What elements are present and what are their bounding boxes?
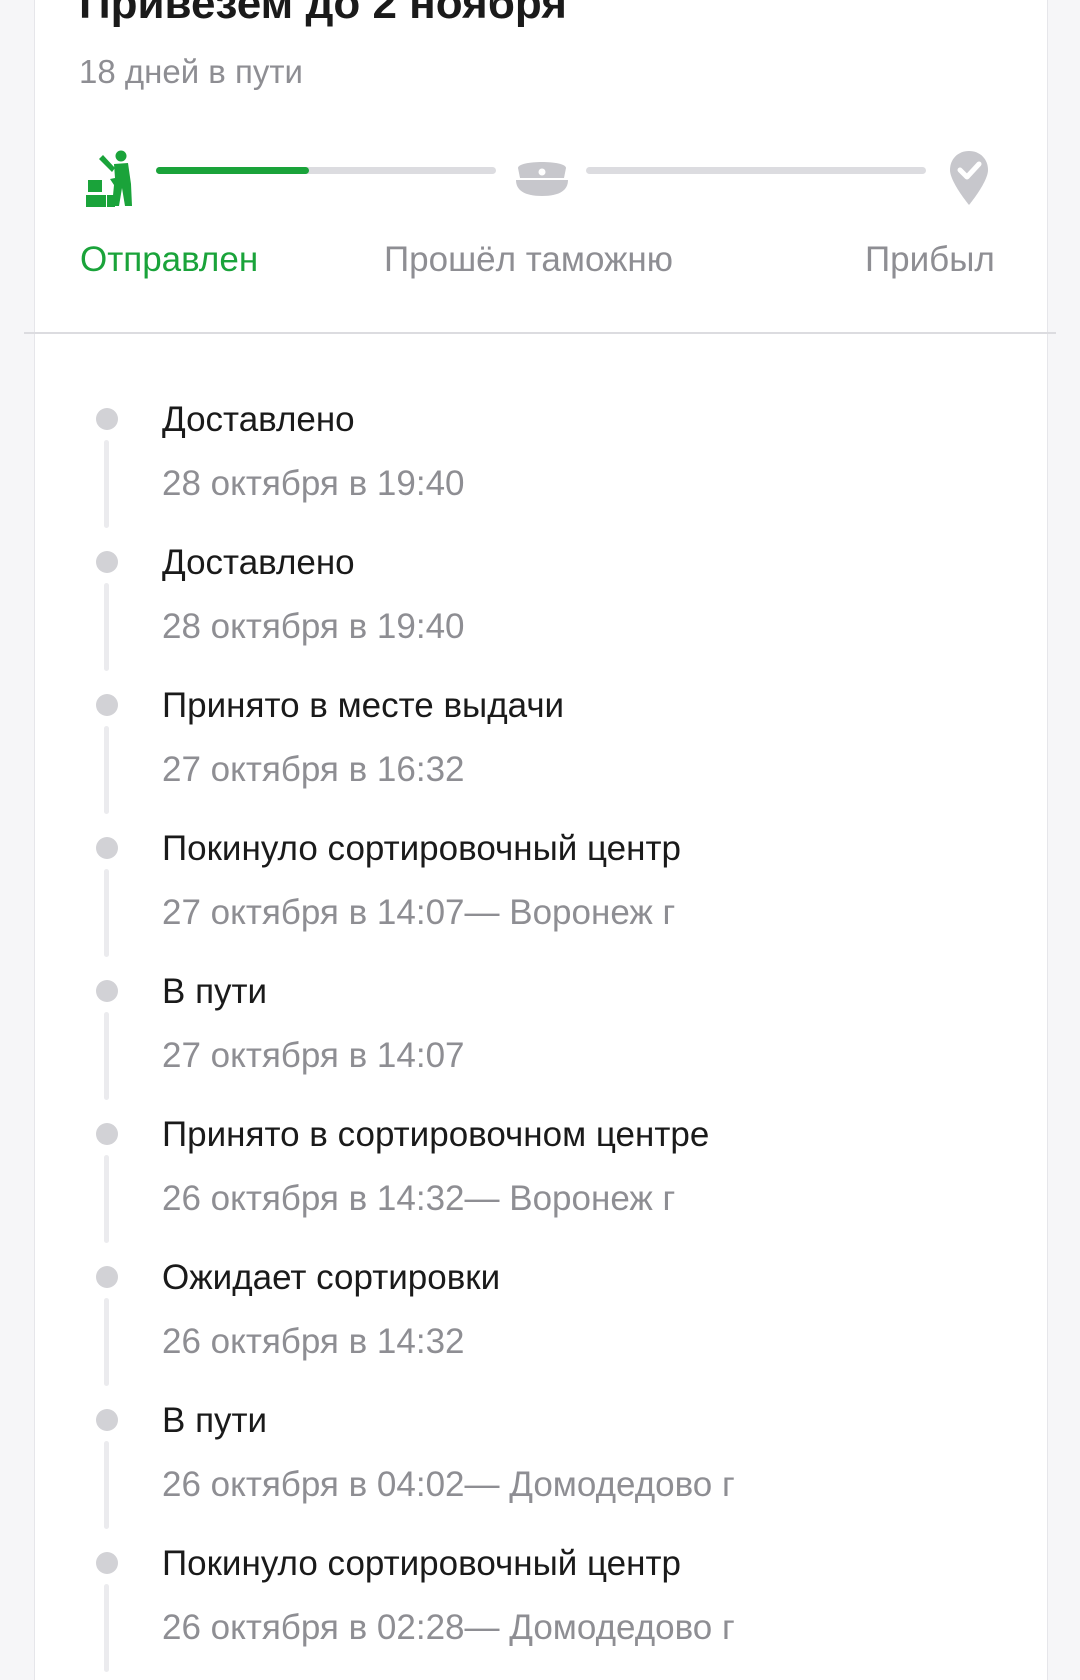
event-location: Домодедово г bbox=[509, 1465, 735, 1504]
event-separator: — bbox=[464, 1465, 510, 1504]
event-time: 27 октября в 14:07 bbox=[162, 1036, 465, 1075]
timeline-connector bbox=[104, 440, 109, 528]
event-time: 26 октября в 02:28 bbox=[162, 1608, 465, 1647]
location-pin-check-icon bbox=[948, 150, 990, 206]
event-time: 27 октября в 14:07 bbox=[162, 893, 465, 932]
event-location: Воронеж г bbox=[509, 1179, 676, 1218]
event-status: В пути bbox=[162, 1401, 268, 1440]
stage-label-shipped: Отправлен bbox=[80, 240, 259, 279]
event-meta: 26 октября в 04:02— Домодедово г bbox=[162, 1463, 735, 1507]
timeline-connector bbox=[104, 1012, 109, 1100]
timeline-connector bbox=[104, 1441, 109, 1529]
event-status: Доставлено bbox=[162, 400, 355, 439]
timeline-connector bbox=[104, 1298, 109, 1386]
event-location: Домодедово г bbox=[509, 1608, 735, 1647]
customs-cap-shape bbox=[516, 162, 568, 196]
timeline-connector bbox=[104, 726, 109, 814]
timeline-dot bbox=[96, 1266, 118, 1288]
event-meta: 26 октября в 02:28— Домодедово г bbox=[162, 1606, 735, 1650]
event-separator: — bbox=[464, 1179, 510, 1218]
progress-segment-shipped-to-customs bbox=[156, 167, 496, 174]
tracking-event: Ожидает сортировки 26 октября в 14:32 bbox=[0, 1250, 1080, 1393]
event-time: 26 октября в 14:32 bbox=[162, 1179, 465, 1218]
timeline-dot bbox=[96, 1123, 118, 1145]
timeline-connector bbox=[104, 869, 109, 957]
progress-fill bbox=[156, 167, 309, 174]
tracking-event: В пути 26 октября в 04:02— Домодедово г bbox=[0, 1393, 1080, 1536]
timeline-dot bbox=[96, 551, 118, 573]
event-status: Покинуло сортировочный центр bbox=[162, 829, 681, 868]
tracking-event: Покинуло сортировочный центр 26 октября в… bbox=[0, 1536, 1080, 1679]
timeline-dot bbox=[96, 408, 118, 430]
event-time: 28 октября в 19:40 bbox=[162, 607, 465, 646]
event-meta: 26 октября в 14:32— Воронеж г bbox=[162, 1177, 675, 1221]
event-status: Доставлено bbox=[162, 543, 355, 582]
timeline-dot bbox=[96, 1409, 118, 1431]
timeline-dot bbox=[96, 837, 118, 859]
tracking-event: Доставлено 28 октября в 19:40 bbox=[0, 392, 1080, 535]
timeline-connector bbox=[104, 1584, 109, 1672]
section-divider bbox=[24, 332, 1056, 334]
courier-icon-shape bbox=[86, 150, 132, 207]
event-location: Воронеж г bbox=[509, 893, 676, 932]
tracking-event: Принято в месте выдачи 27 октября в 16:32 bbox=[0, 678, 1080, 821]
timeline-dot bbox=[96, 1552, 118, 1574]
tracking-event: Покинуло сортировочный центр 27 октября в… bbox=[0, 821, 1080, 964]
stage-label-arrived: Прибыл bbox=[865, 240, 995, 279]
event-meta: 27 октября в 16:32 bbox=[162, 748, 465, 792]
timeline-dot bbox=[96, 694, 118, 716]
event-separator: — bbox=[464, 1608, 510, 1647]
event-meta: 27 октября в 14:07 bbox=[162, 1034, 465, 1078]
event-time: 28 октября в 19:40 bbox=[162, 464, 465, 503]
courier-with-boxes-icon bbox=[86, 150, 138, 208]
progress-segment-customs-to-arrived bbox=[586, 167, 926, 174]
stage-label-customs: Прошёл таможню bbox=[384, 240, 674, 279]
tracking-event: Доставлено 28 октября в 19:40 bbox=[0, 535, 1080, 678]
event-meta: 27 октября в 14:07— Воронеж г bbox=[162, 891, 675, 935]
shipment-progress-tracker: Отправлен Прошёл таможню Прибыл bbox=[0, 0, 1080, 320]
event-separator: — bbox=[464, 893, 510, 932]
tracking-event: Принято в сортировочном центре 26 октября… bbox=[0, 1107, 1080, 1250]
event-time: 27 октября в 16:32 bbox=[162, 750, 465, 789]
event-meta: 28 октября в 19:40 bbox=[162, 605, 465, 649]
timeline-connector bbox=[104, 583, 109, 671]
event-time: 26 октября в 14:32 bbox=[162, 1322, 465, 1361]
event-status: Принято в месте выдачи bbox=[162, 686, 565, 725]
event-meta: 28 октября в 19:40 bbox=[162, 462, 465, 506]
tracking-event: В пути 27 октября в 14:07 bbox=[0, 964, 1080, 1107]
timeline-dot bbox=[96, 980, 118, 1002]
timeline-connector bbox=[104, 1155, 109, 1243]
customs-cap-icon bbox=[514, 156, 570, 200]
event-status: Ожидает сортировки bbox=[162, 1258, 501, 1297]
event-status: Покинуло сортировочный центр bbox=[162, 1544, 681, 1583]
event-time: 26 октября в 04:02 bbox=[162, 1465, 465, 1504]
event-status: В пути bbox=[162, 972, 268, 1011]
event-status: Принято в сортировочном центре bbox=[162, 1115, 710, 1154]
event-meta: 26 октября в 14:32 bbox=[162, 1320, 465, 1364]
